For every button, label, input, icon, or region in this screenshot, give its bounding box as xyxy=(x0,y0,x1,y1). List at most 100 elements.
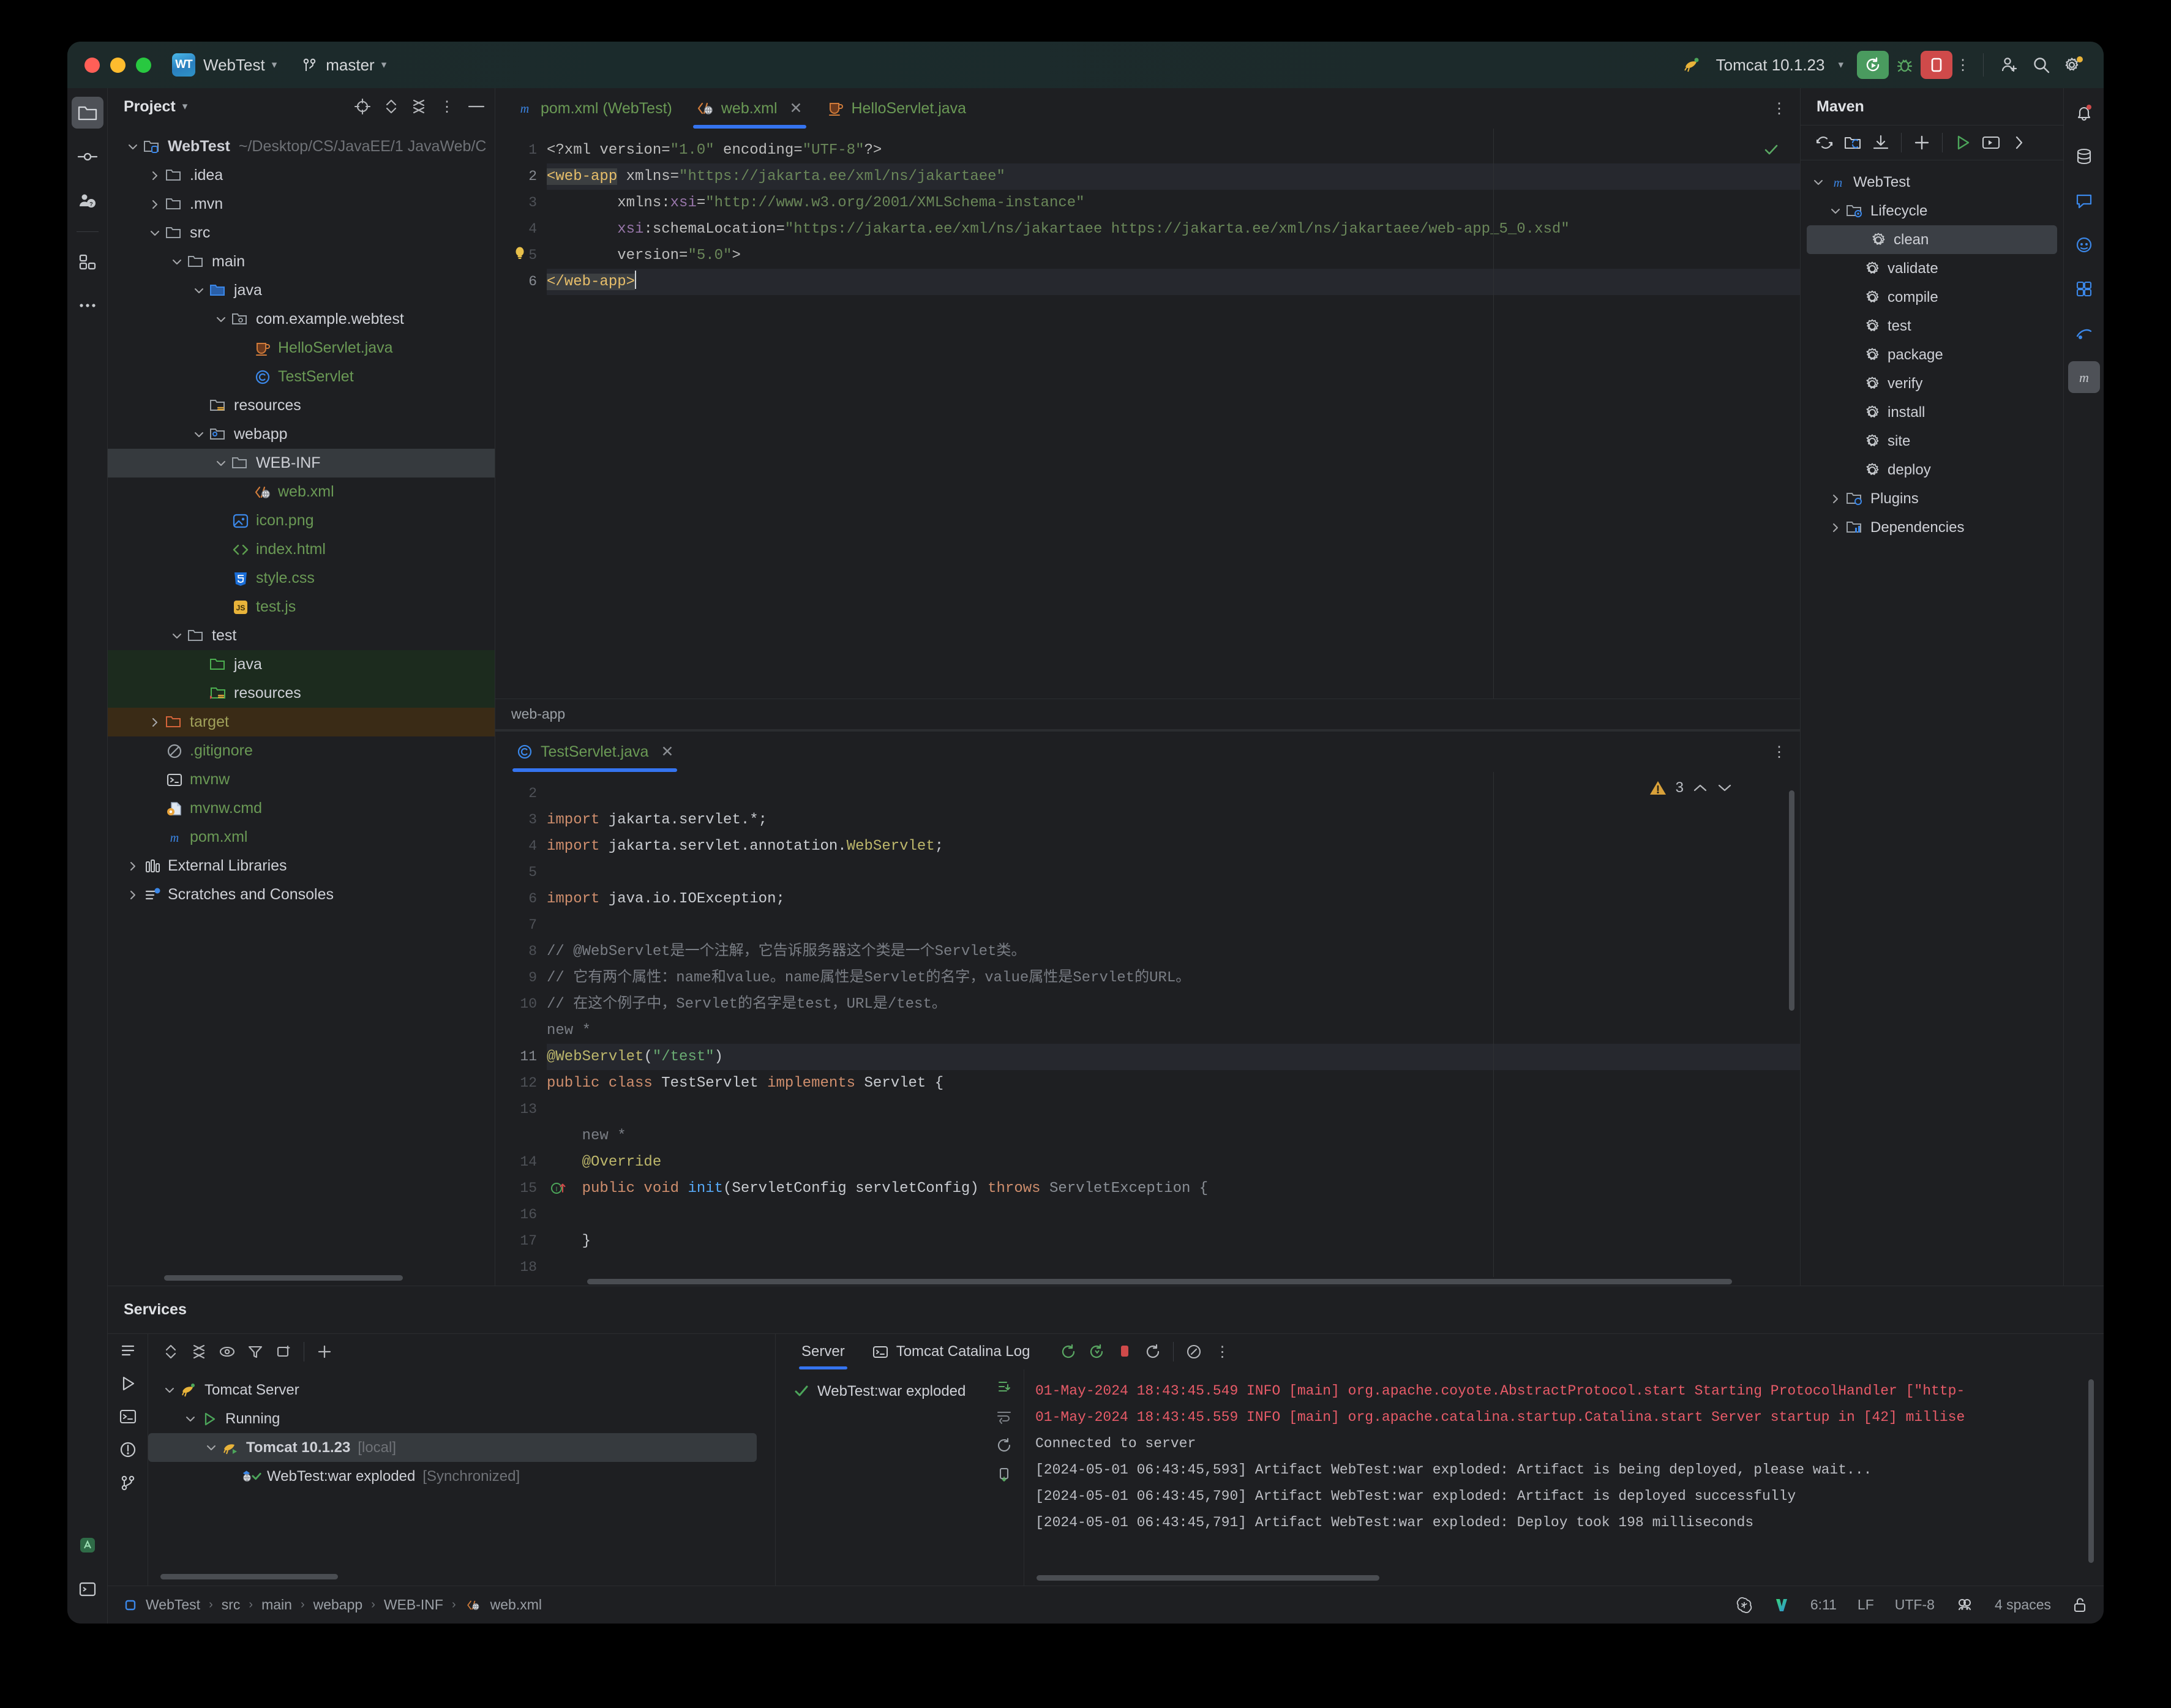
project-tree-item-external-libraries[interactable]: External Libraries xyxy=(108,852,495,880)
rerun-console-icon[interactable] xyxy=(996,1437,1013,1454)
tree-arrow-icon[interactable] xyxy=(124,141,142,152)
tab-testservlet-java[interactable]: TestServlet.java ✕ xyxy=(504,732,686,772)
line-separator[interactable]: LF xyxy=(1858,1597,1874,1613)
download-sources-icon[interactable] xyxy=(1867,129,1895,157)
code-line[interactable]: // 它有两个属性：name和value。name属性是Servlet的名字，v… xyxy=(547,965,1800,991)
project-tree-item--gitignore[interactable]: .gitignore xyxy=(108,736,495,765)
project-tree-item-pom-xml[interactable]: m pom.xml xyxy=(108,823,495,852)
ai-assistant-icon[interactable] xyxy=(2068,185,2100,217)
editor-web-xml[interactable]: 123456 <?xml version="1.0" encoding="UTF… xyxy=(495,129,1800,699)
debug-button[interactable] xyxy=(1889,51,1921,79)
project-tree-item-mvnw-cmd[interactable]: mvnw.cmd xyxy=(108,794,495,823)
code-line[interactable]: import jakarta.servlet.annotation.WebSer… xyxy=(547,833,1800,860)
maximize-window-button[interactable] xyxy=(136,57,151,73)
editor-gutter-top[interactable]: 1 2 3 4 5 6 xyxy=(495,129,547,699)
deployment-item[interactable]: WebTest:war exploded xyxy=(776,1378,984,1405)
code-line[interactable]: } xyxy=(547,1228,1800,1254)
copilot-icon[interactable] xyxy=(2068,229,2100,261)
restart-icon[interactable] xyxy=(1139,1338,1167,1366)
editor-vertical-scrollbar[interactable] xyxy=(1789,790,1794,1011)
plugins-icon[interactable] xyxy=(2068,273,2100,305)
project-tree-item-java[interactable]: java xyxy=(108,276,495,305)
code-line[interactable]: public class TestServlet implements Serv… xyxy=(547,1070,1800,1096)
services-tree-item-tomcat-10-1-23[interactable]: Tomcat 10.1.23 [local] xyxy=(148,1433,757,1462)
code-line[interactable]: @Override xyxy=(547,1149,1800,1175)
editor-horizontal-scrollbar[interactable] xyxy=(587,1279,1732,1285)
services-tree-item-running[interactable]: Running xyxy=(148,1404,775,1433)
maven-tree-item-dependencies[interactable]: Dependencies xyxy=(1801,513,2063,542)
project-tree-item-icon-png[interactable]: icon.png xyxy=(108,506,495,535)
code-line[interactable]: new * xyxy=(547,1017,1800,1044)
group-icon[interactable] xyxy=(269,1338,298,1366)
editor-code-bottom[interactable]: import jakarta.servlet.*; import jakarta.… xyxy=(547,772,1800,1277)
project-tree-item-helloservlet-java[interactable]: HelloServlet.java xyxy=(108,334,495,362)
tree-arrow-icon[interactable] xyxy=(146,228,164,239)
code-line[interactable]: @WebServlet("/test") xyxy=(547,1044,1800,1070)
maven-tree-item-test[interactable]: test xyxy=(1801,312,2063,340)
stop-button[interactable] xyxy=(1921,51,1952,79)
maven-tree-item-validate[interactable]: validate xyxy=(1801,254,2063,283)
tree-arrow-icon[interactable] xyxy=(168,631,186,642)
code-line[interactable]: xmlns:xsi="http://www.w3.org/2001/XMLSch… xyxy=(547,190,1800,216)
inspection-warning-widget[interactable]: 3 xyxy=(1649,779,1733,796)
breadcrumb-item[interactable]: WEB-INF xyxy=(384,1597,443,1613)
ai-assistant-rail-icon[interactable] xyxy=(72,1529,103,1561)
attach-icon[interactable] xyxy=(1180,1338,1208,1366)
add-service-icon[interactable] xyxy=(310,1338,339,1366)
maven-tree[interactable]: m WebTest Lifecycle clean validate compile tes… xyxy=(1801,160,2063,542)
console-horizontal-scrollbar[interactable] xyxy=(1037,1575,1379,1581)
services-tree[interactable]: Tomcat Server Running Tomcat 10.1.23 [local… xyxy=(148,1369,775,1586)
window-controls[interactable] xyxy=(84,57,151,73)
collapse-icon[interactable] xyxy=(185,1338,213,1366)
maven-tree-item-verify[interactable]: verify xyxy=(1801,369,2063,398)
add-maven-project-icon[interactable] xyxy=(1839,129,1867,157)
console-tab-server[interactable]: Server xyxy=(788,1334,858,1369)
sidebar-item-commit[interactable] xyxy=(72,141,103,173)
project-tree-item-webtest[interactable]: WebTest ~/Desktop/CS/JavaEE/1 JavaWeb/C xyxy=(108,132,495,161)
openai-icon[interactable] xyxy=(1736,1597,1753,1614)
sidebar-item-pull-requests[interactable]: ? xyxy=(72,185,103,217)
services-rail-icon[interactable] xyxy=(119,1341,137,1360)
maven-tree-item-plugins[interactable]: Plugins xyxy=(1801,484,2063,513)
maven-tree-item-install[interactable]: install xyxy=(1801,398,2063,427)
collapse-all-icon[interactable] xyxy=(411,98,426,115)
maven-tree-item-deploy[interactable]: deploy xyxy=(1801,455,2063,484)
run-configuration-selector[interactable]: Tomcat 10.1.23 ▾ xyxy=(1683,56,1843,75)
options-icon[interactable]: ⋮ xyxy=(440,98,454,116)
console-vertical-scrollbar[interactable] xyxy=(2088,1379,2094,1563)
problems-rail-icon[interactable] xyxy=(119,1440,137,1459)
show-icon[interactable] xyxy=(213,1338,241,1366)
run-rail-icon[interactable] xyxy=(119,1374,137,1393)
code-line[interactable] xyxy=(547,781,1800,807)
filter-icon[interactable] xyxy=(241,1338,269,1366)
indent-setting[interactable]: 4 spaces xyxy=(1995,1597,2051,1613)
code-line[interactable]: import jakarta.servlet.*; xyxy=(547,807,1800,833)
services-tree-item-webtest-war-exploded[interactable]: WebTest:war exploded [Synchronized] xyxy=(148,1462,775,1491)
rerun-debug-icon[interactable] xyxy=(1082,1338,1111,1366)
project-tree-item-src[interactable]: src xyxy=(108,219,495,247)
editor-breadcrumb-top[interactable]: web-app xyxy=(495,699,1800,729)
code-line[interactable]: version="5.0"> xyxy=(547,242,1800,269)
code-line[interactable] xyxy=(547,1202,1800,1228)
gradle-icon[interactable] xyxy=(2068,317,2100,349)
project-tree-item-web-xml[interactable]: web.xml xyxy=(108,478,495,506)
code-line[interactable]: new * xyxy=(547,1123,1800,1149)
more-chevron-icon[interactable] xyxy=(2005,129,2033,157)
expand-collapse-icon[interactable] xyxy=(384,98,398,115)
sidebar-item-project[interactable] xyxy=(71,97,103,129)
editor-options-icon-bottom[interactable]: ⋮ xyxy=(1772,743,1787,761)
project-tree[interactable]: WebTest ~/Desktop/CS/JavaEE/1 JavaWeb/C .i… xyxy=(108,125,495,1286)
tree-arrow-icon[interactable] xyxy=(1826,493,1845,504)
database-icon[interactable] xyxy=(2068,141,2100,173)
tree-arrow-icon[interactable] xyxy=(190,285,208,296)
project-name-label[interactable]: WebTest xyxy=(203,56,265,75)
project-tree-item-testservlet[interactable]: TestServlet xyxy=(108,362,495,391)
console-output[interactable]: 01-May-2024 18:43:45.549 INFO [main] org… xyxy=(1024,1369,2104,1586)
code-line[interactable]: <web-app xmlns="https://jakarta.ee/xml/n… xyxy=(547,163,1800,190)
console-tab-tomcat-catalina-log[interactable]: Tomcat Catalina Log xyxy=(858,1334,1044,1369)
services-tree-scrollbar[interactable] xyxy=(160,1574,338,1579)
project-tree-item-java[interactable]: java xyxy=(108,650,495,679)
maven-tree-item-site[interactable]: site xyxy=(1801,427,2063,455)
project-tree-item-target[interactable]: target xyxy=(108,708,495,736)
more-vertical-icon[interactable]: ⋮ xyxy=(1952,51,1973,79)
